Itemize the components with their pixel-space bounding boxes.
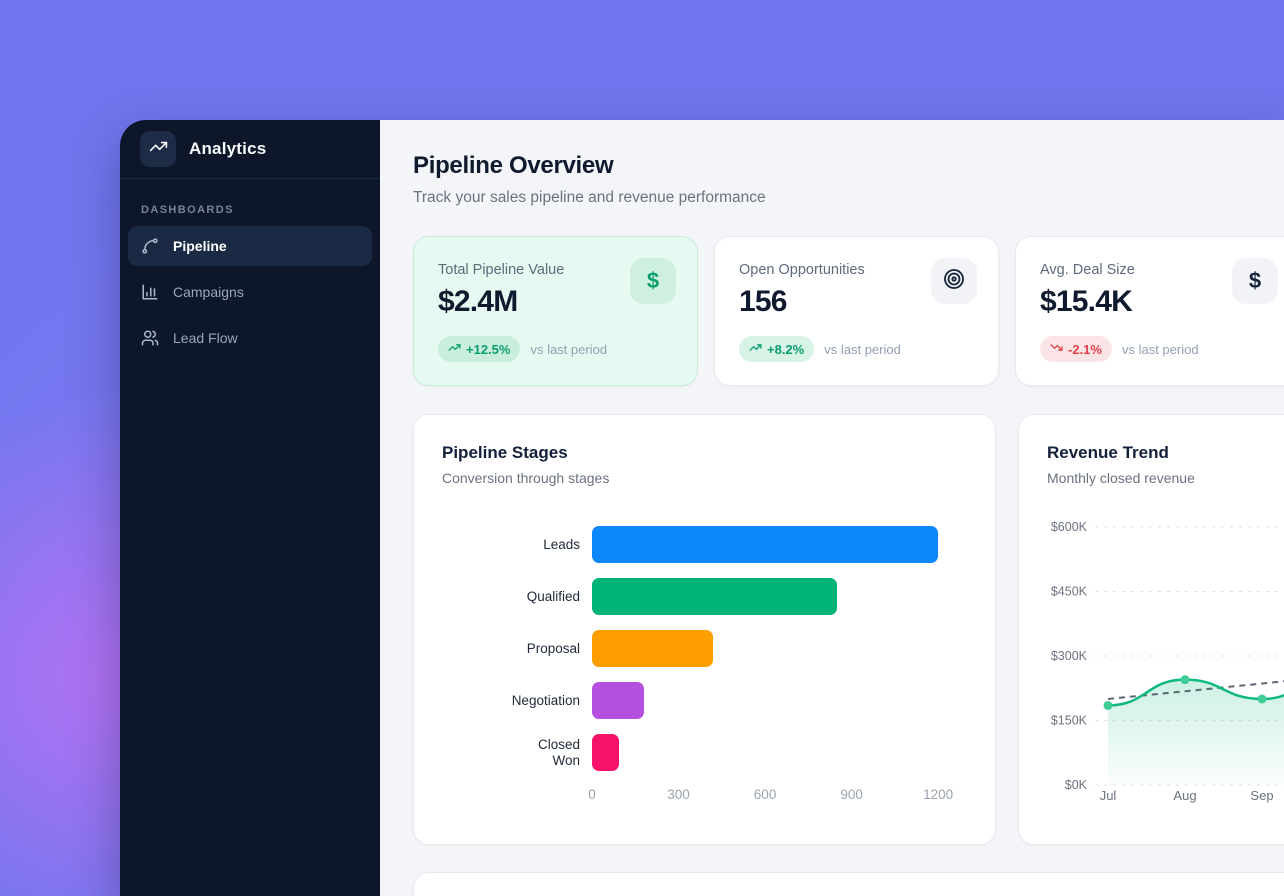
stage-track	[592, 682, 967, 719]
bar-chart-icon	[141, 283, 159, 301]
sidebar-nav: Pipeline Campaigns Lead Flow	[120, 226, 380, 364]
stage-track	[592, 630, 967, 667]
stage-label: Negotiation	[442, 693, 592, 709]
stage-row: Negotiation	[442, 682, 967, 719]
dollar-icon: $	[647, 268, 659, 294]
app-window: Analytics DASHBOARDS Pipeline Campaigns Le…	[120, 120, 1284, 896]
comparison-label: vs last period	[1122, 342, 1199, 357]
chart-subtitle: Monthly closed revenue	[1047, 470, 1284, 486]
stage-bar[interactable]	[592, 578, 837, 615]
page-title: Pipeline Overview	[413, 152, 1284, 180]
y-axis-tick: $300K	[1051, 649, 1088, 663]
x-axis-tick: 600	[754, 787, 777, 802]
x-axis-tick: Sep	[1250, 788, 1273, 803]
y-axis-tick: $150K	[1051, 714, 1088, 728]
data-point[interactable]	[1258, 695, 1267, 704]
stage-label: Proposal	[442, 641, 592, 657]
stage-track	[592, 734, 967, 771]
y-axis-tick: $450K	[1051, 585, 1088, 599]
main-content: Pipeline Overview Track your sales pipel…	[380, 120, 1284, 896]
revenue-line-svg[interactable]: $0K $150K $300K $450K $600K Jul Aug Sep	[1047, 506, 1284, 806]
stage-label: Qualified	[442, 589, 592, 605]
kpi-card-open-opportunities: Open Opportunities156+8.2%vs last period	[714, 236, 999, 386]
sidebar-item-campaigns[interactable]: Campaigns	[128, 272, 372, 312]
revenue-trend-chart: $0K $150K $300K $450K $600K Jul Aug Sep	[1047, 506, 1284, 811]
x-axis-tick: 0	[588, 787, 596, 802]
data-point[interactable]	[1181, 675, 1190, 684]
dollar-icon: $	[1249, 268, 1261, 294]
app-logo[interactable]	[140, 131, 176, 167]
y-axis-tick: $0K	[1065, 778, 1088, 792]
stage-label: Closed Won	[442, 737, 592, 768]
x-axis: 03006009001200	[592, 787, 967, 805]
kpi-card-avg-deal-size: Avg. Deal Size$15.4K$-2.1%vs last period	[1015, 236, 1284, 386]
pipeline-stages-card: Pipeline Stages Conversion through stage…	[413, 414, 996, 845]
stage-row: Closed Won	[442, 734, 967, 771]
revenue-trend-card: Revenue Trend Monthly closed revenue $0K…	[1018, 414, 1284, 845]
chart-subtitle: Conversion through stages	[442, 470, 967, 486]
kpi-footer: +12.5% vs last period	[438, 336, 673, 362]
x-axis-tick: 1200	[923, 787, 953, 802]
data-point[interactable]	[1104, 701, 1113, 710]
sidebar-item-label: Campaigns	[173, 284, 244, 300]
x-axis-tick: 900	[840, 787, 863, 802]
comparison-label: vs last period	[824, 342, 901, 357]
stage-bar[interactable]	[592, 734, 619, 771]
kpi-footer: -2.1% vs last period	[1040, 336, 1275, 362]
chart-title: Revenue Trend	[1047, 443, 1284, 463]
trending-up-icon	[749, 341, 762, 357]
stage-label: Leads	[442, 537, 592, 553]
x-axis-tick: 300	[667, 787, 690, 802]
sidebar-item-lead-flow[interactable]: Lead Flow	[128, 318, 372, 358]
divider	[120, 178, 380, 179]
sidebar-item-label: Lead Flow	[173, 330, 238, 346]
trending-up-icon	[448, 341, 461, 357]
trending-down-icon	[1050, 341, 1063, 357]
kpi-icon-box: $	[1232, 258, 1278, 304]
stage-row: Leads	[442, 526, 967, 563]
kpi-icon-box	[931, 258, 977, 304]
chart-title: Pipeline Stages	[442, 443, 967, 463]
x-axis-tick: Aug	[1173, 788, 1196, 803]
sidebar-section-label: DASHBOARDS	[120, 204, 380, 216]
stage-bar[interactable]	[592, 526, 938, 563]
kpi-card-total-pipeline-value: Total Pipeline Value$2.4M$+12.5%vs last …	[413, 236, 698, 386]
delta-badge: -2.1%	[1040, 336, 1112, 362]
stage-bar[interactable]	[592, 682, 644, 719]
x-axis-tick: Jul	[1100, 788, 1117, 803]
stage-track	[592, 578, 967, 615]
kpi-footer: +8.2% vs last period	[739, 336, 974, 362]
stage-row: Proposal	[442, 630, 967, 667]
pipeline-stages-chart: Leads Qualified Proposal Negotiation Closed …	[442, 526, 967, 805]
sidebar-item-pipeline[interactable]: Pipeline	[128, 226, 372, 266]
delta-badge: +8.2%	[739, 336, 814, 362]
stage-track	[592, 526, 967, 563]
target-icon	[942, 267, 966, 296]
charts-row: Pipeline Stages Conversion through stage…	[413, 414, 1284, 845]
sidebar: Analytics DASHBOARDS Pipeline Campaigns Le…	[120, 120, 380, 896]
stage-row: Qualified	[442, 578, 967, 615]
sidebar-header: Analytics	[120, 120, 380, 178]
bottom-card-partial	[413, 872, 1284, 896]
kpi-icon-box: $	[630, 258, 676, 304]
comparison-label: vs last period	[530, 342, 607, 357]
stage-bar[interactable]	[592, 630, 713, 667]
delta-badge: +12.5%	[438, 336, 520, 362]
page-subtitle: Track your sales pipeline and revenue pe…	[413, 189, 1284, 207]
spline-icon	[141, 237, 159, 255]
users-icon	[141, 329, 159, 347]
kpi-row: Total Pipeline Value$2.4M$+12.5%vs last …	[413, 236, 1284, 386]
app-title: Analytics	[189, 139, 266, 159]
y-axis-tick: $600K	[1051, 520, 1088, 534]
sidebar-item-label: Pipeline	[173, 238, 227, 254]
trending-up-icon	[149, 137, 168, 161]
